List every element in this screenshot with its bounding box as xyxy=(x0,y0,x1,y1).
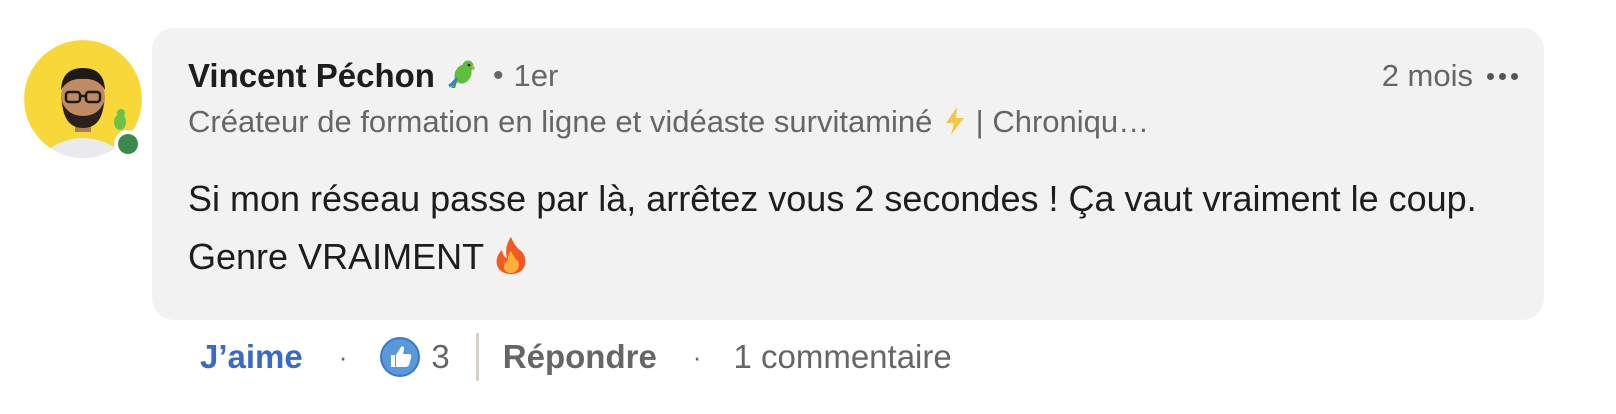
avatar-container xyxy=(24,40,142,158)
comment-item: Vincent Péchon • 1er Créateur de formati… xyxy=(0,0,1616,414)
meta-separator: • xyxy=(492,59,504,92)
actions-divider xyxy=(475,333,479,381)
ellipsis-icon-dot xyxy=(1511,72,1518,80)
author-name[interactable]: Vincent Péchon xyxy=(188,57,435,95)
parrot-icon xyxy=(448,60,475,88)
fire-icon xyxy=(496,237,526,274)
action-separator: · xyxy=(692,341,702,372)
like-button[interactable]: J’aime xyxy=(200,338,303,376)
author-headline[interactable]: Créateur de formation en ligne et vidéas… xyxy=(188,104,1149,140)
like-reaction-icon[interactable] xyxy=(379,336,421,378)
lightning-bolt-icon xyxy=(946,107,965,135)
comment-actions: J’aime · 3 Répondre · 1 commentaire xyxy=(200,332,952,382)
reply-button[interactable]: Répondre xyxy=(503,338,657,376)
reaction-count[interactable]: 3 xyxy=(431,338,449,376)
online-status-indicator xyxy=(114,130,142,158)
action-separator: · xyxy=(338,341,348,372)
comment-text: Si mon réseau passe par là, arrêtez vous… xyxy=(188,178,1477,277)
comment-meta: 2 mois xyxy=(1382,56,1518,96)
connection-degree: 1er xyxy=(513,58,559,93)
author-line: Vincent Péchon • 1er xyxy=(188,56,558,96)
more-options-button[interactable] xyxy=(1487,69,1518,84)
comment-body: Si mon réseau passe par là, arrêtez vous… xyxy=(188,170,1488,286)
ellipsis-icon-dot xyxy=(1499,72,1506,80)
replies-count-link[interactable]: 1 commentaire xyxy=(733,338,951,376)
headline-text-start: Créateur de formation en ligne et vidéas… xyxy=(188,104,933,139)
comment-timestamp: 2 mois xyxy=(1381,58,1473,93)
ellipsis-icon xyxy=(1487,72,1494,80)
online-status-dot xyxy=(118,134,138,154)
comment-bubble: Vincent Péchon • 1er Créateur de formati… xyxy=(152,28,1544,320)
headline-text-end: | Chroniqu… xyxy=(975,104,1150,139)
